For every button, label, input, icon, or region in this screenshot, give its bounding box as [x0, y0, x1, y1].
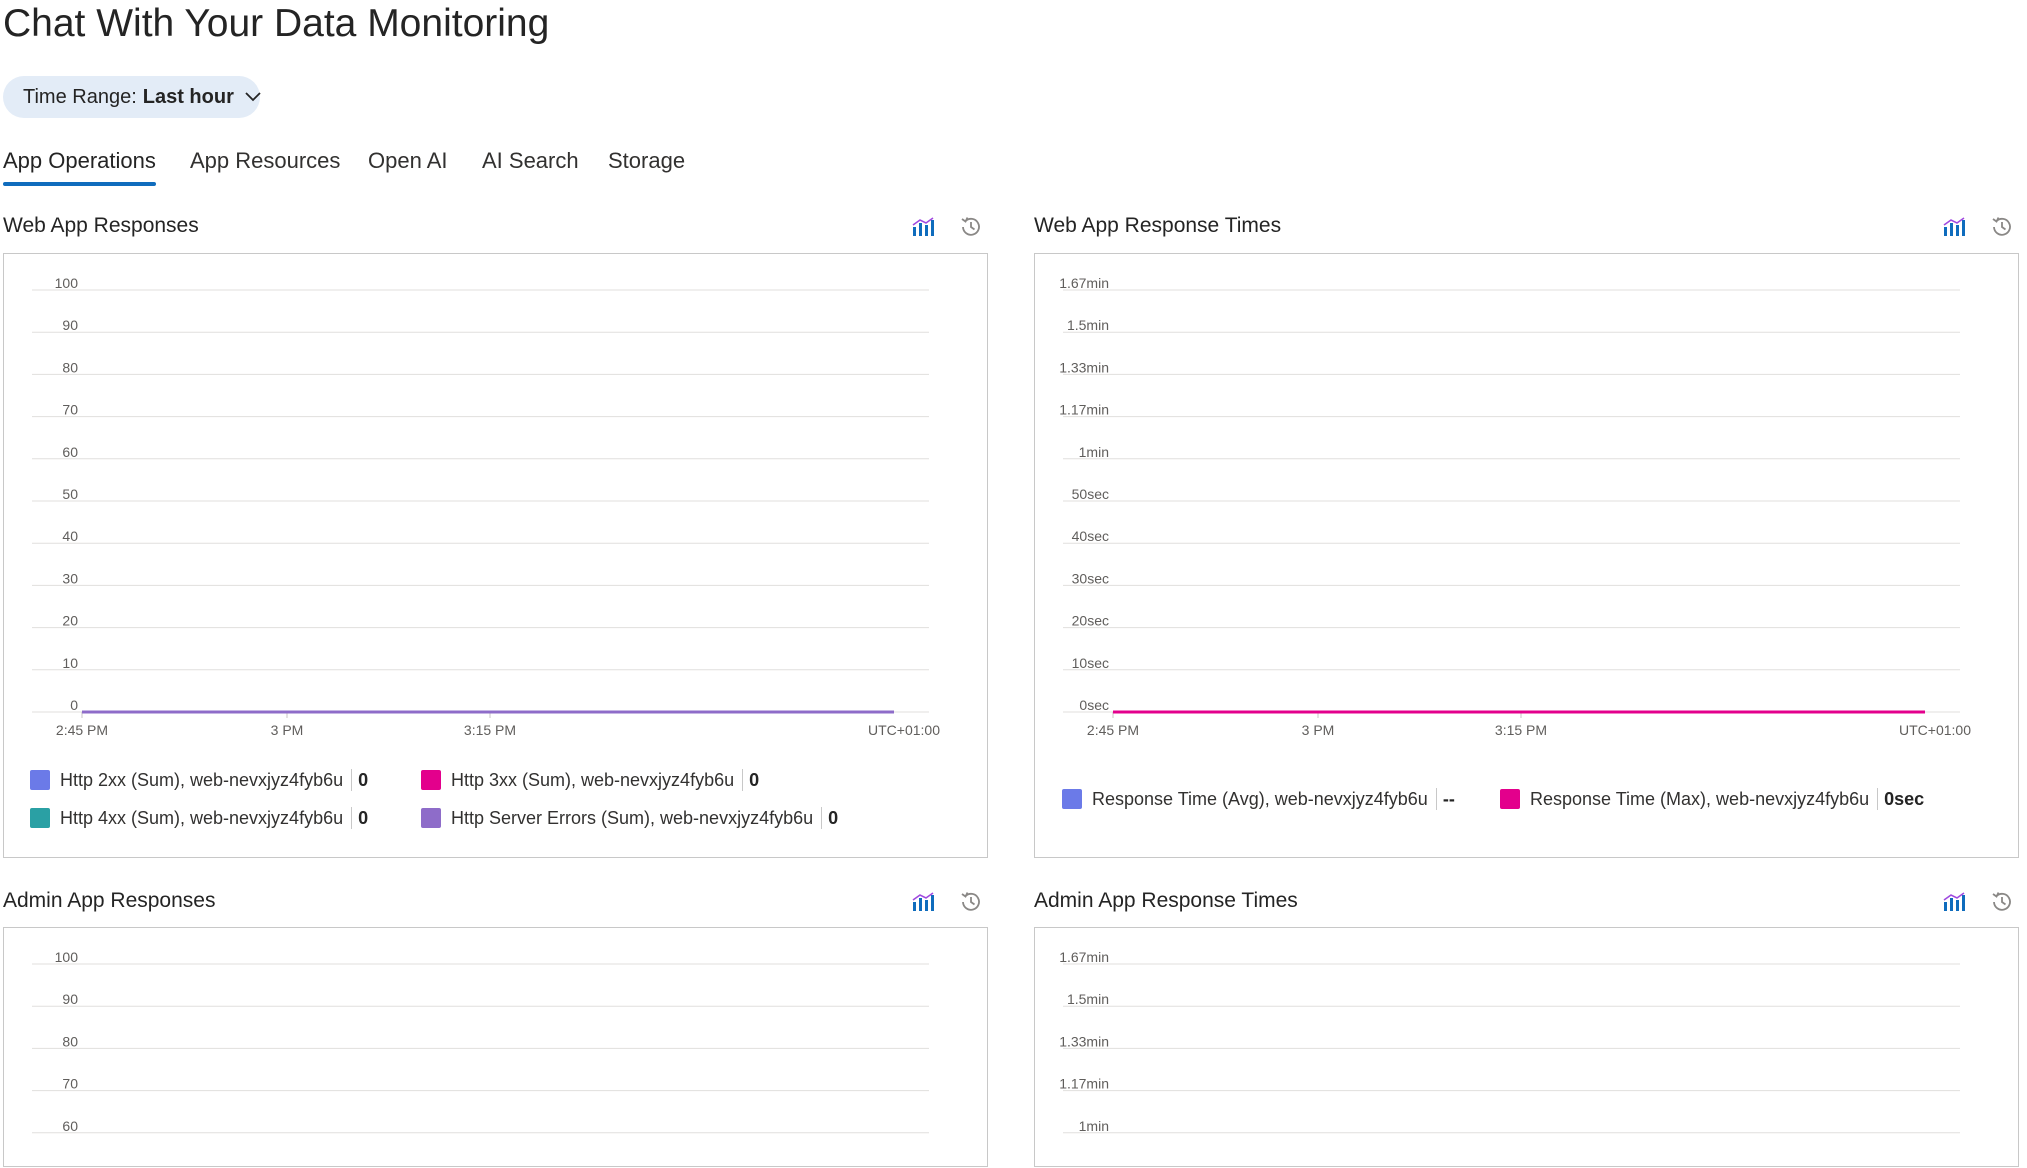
- panel-title-admin-responses: Admin App Responses: [3, 889, 216, 912]
- y-tick-label: 10: [62, 655, 78, 671]
- y-tick-label: 90: [62, 991, 78, 1007]
- legend-label: Response Time (Avg), web-nevxjyz4fyb6u: [1092, 788, 1428, 809]
- tab-open-ai[interactable]: Open AI: [368, 146, 448, 186]
- x-tick-label: 3 PM: [271, 722, 304, 738]
- y-tick-label: 60: [62, 1118, 78, 1134]
- chart-icon[interactable]: [908, 887, 938, 917]
- legend-item-http-3xx[interactable]: Http 3xx (Sum), web-nevxjyz4fyb6u 0: [421, 769, 759, 791]
- legend-swatch: [421, 770, 441, 790]
- y-tick-label: 1.5min: [1067, 991, 1109, 1007]
- chart-icon[interactable]: [1939, 212, 1969, 242]
- y-tick-label: 30: [62, 570, 78, 586]
- tab-app-resources[interactable]: App Resources: [190, 146, 340, 186]
- y-tick-label: 1.33min: [1059, 1033, 1109, 1049]
- legend-item-response-time-avg[interactable]: Response Time (Avg), web-nevxjyz4fyb6u -…: [1062, 788, 1455, 810]
- chart-panel-web-responses[interactable]: 100 90 80 70 60 50 40 30 20 10 0 2:45 PM 3 PM 3:15 PM…: [3, 253, 988, 858]
- y-tick-label: 1.67min: [1059, 275, 1109, 291]
- y-tick-label: 40: [62, 528, 78, 544]
- panel-title-web-times: Web App Response Times: [1034, 214, 1282, 237]
- legend-swatch: [421, 808, 441, 828]
- chart-panel-admin-responses[interactable]: 100 90 80 70 60: [3, 927, 988, 1167]
- chart-icon[interactable]: [1939, 887, 1969, 917]
- y-tick-label: 90: [62, 317, 78, 333]
- legend-swatch: [1062, 789, 1082, 809]
- y-tick-label: 20: [62, 613, 78, 629]
- x-tick-label: 3:15 PM: [464, 722, 516, 738]
- y-tick-label: 0sec: [1079, 697, 1109, 713]
- timezone-label: UTC+01:00: [1899, 722, 1971, 738]
- legend-value: 0sec: [1884, 788, 1925, 809]
- time-range-value: Last hour: [142, 85, 234, 108]
- chart-panel-admin-times[interactable]: 1.67min 1.5min 1.33min 1.17min 1min: [1034, 927, 2019, 1167]
- legend-value: 0: [828, 807, 839, 828]
- time-range-dropdown[interactable]: Time Range: Last hour: [3, 76, 262, 118]
- y-tick-label: 100: [55, 949, 79, 965]
- legend-value: 0: [358, 807, 369, 828]
- y-tick-label: 80: [62, 359, 78, 375]
- page-title: Chat With Your Data Monitoring: [3, 2, 550, 45]
- tab-storage[interactable]: Storage: [608, 146, 685, 186]
- history-icon[interactable]: [1987, 887, 2017, 917]
- y-tick-label: 80: [62, 1033, 78, 1049]
- chart-panel-web-times[interactable]: 1.67min 1.5min 1.33min 1.17min 1min 50sec 40se…: [1034, 253, 2019, 858]
- admin-times-chart: 1.67min 1.5min 1.33min 1.17min 1min: [1059, 949, 1960, 1134]
- y-tick-label: 50: [62, 486, 78, 502]
- legend-label: Http 3xx (Sum), web-nevxjyz4fyb6u: [451, 769, 735, 790]
- x-tick-label: 2:45 PM: [56, 722, 108, 738]
- y-tick-label: 10sec: [1072, 655, 1109, 671]
- chart-icon[interactable]: [908, 212, 938, 242]
- legend-label: Response Time (Max), web-nevxjyz4fyb6u: [1530, 788, 1870, 809]
- panel-title-admin-times: Admin App Response Times: [1034, 889, 1298, 912]
- timezone-label: UTC+01:00: [868, 722, 940, 738]
- y-tick-label: 40sec: [1072, 528, 1109, 544]
- legend-swatch: [1500, 789, 1520, 809]
- y-tick-label: 30sec: [1072, 570, 1109, 586]
- web-times-chart: 1.67min 1.5min 1.33min 1.17min 1min 50sec 40se…: [1059, 275, 1971, 738]
- y-tick-label: 1.17min: [1059, 402, 1109, 418]
- legend-item-http-server-errors[interactable]: Http Server Errors (Sum), web-nevxjyz4fy…: [421, 807, 838, 829]
- history-icon[interactable]: [956, 212, 986, 242]
- y-tick-label: 50sec: [1072, 486, 1109, 502]
- tab-app-operations[interactable]: App Operations: [3, 146, 156, 186]
- y-tick-label: 1.67min: [1059, 949, 1109, 965]
- tab-ai-search[interactable]: AI Search: [482, 146, 579, 186]
- legend-swatch: [30, 808, 50, 828]
- y-tick-label: 1.5min: [1067, 317, 1109, 333]
- x-tick-label: 2:45 PM: [1087, 722, 1139, 738]
- legend-item-http-2xx[interactable]: Http 2xx (Sum), web-nevxjyz4fyb6u 0: [30, 769, 368, 791]
- y-tick-label: 1min: [1079, 1118, 1109, 1134]
- chevron-down-icon: [244, 91, 262, 103]
- legend-value: 0: [358, 769, 369, 790]
- legend-value: --: [1442, 788, 1455, 809]
- y-tick-label: 60: [62, 444, 78, 460]
- admin-responses-chart: 100 90 80 70 60: [32, 949, 929, 1134]
- y-tick-label: 70: [62, 1076, 78, 1092]
- y-tick-label: 1min: [1079, 444, 1109, 460]
- y-tick-label: 100: [55, 275, 79, 291]
- y-tick-label: 70: [62, 402, 78, 418]
- legend-label: Http 2xx (Sum), web-nevxjyz4fyb6u: [60, 769, 344, 790]
- time-range-label: Time Range:: [23, 85, 137, 108]
- legend-label: Http 4xx (Sum), web-nevxjyz4fyb6u: [60, 807, 344, 828]
- history-icon[interactable]: [956, 887, 986, 917]
- legend-item-response-time-max[interactable]: Response Time (Max), web-nevxjyz4fyb6u 0…: [1500, 788, 1924, 810]
- y-tick-label: 1.17min: [1059, 1076, 1109, 1092]
- legend-swatch: [30, 770, 50, 790]
- x-tick-label: 3:15 PM: [1495, 722, 1547, 738]
- x-tick-label: 3 PM: [1302, 722, 1335, 738]
- y-tick-label: 1.33min: [1059, 359, 1109, 375]
- panel-title-web-responses: Web App Responses: [3, 214, 199, 237]
- legend-value: 0: [749, 769, 760, 790]
- y-tick-label: 0: [70, 697, 78, 713]
- history-icon[interactable]: [1987, 212, 2017, 242]
- y-tick-label: 20sec: [1072, 613, 1109, 629]
- legend-item-http-4xx[interactable]: Http 4xx (Sum), web-nevxjyz4fyb6u 0: [30, 807, 368, 829]
- legend-label: Http Server Errors (Sum), web-nevxjyz4fy…: [451, 807, 814, 828]
